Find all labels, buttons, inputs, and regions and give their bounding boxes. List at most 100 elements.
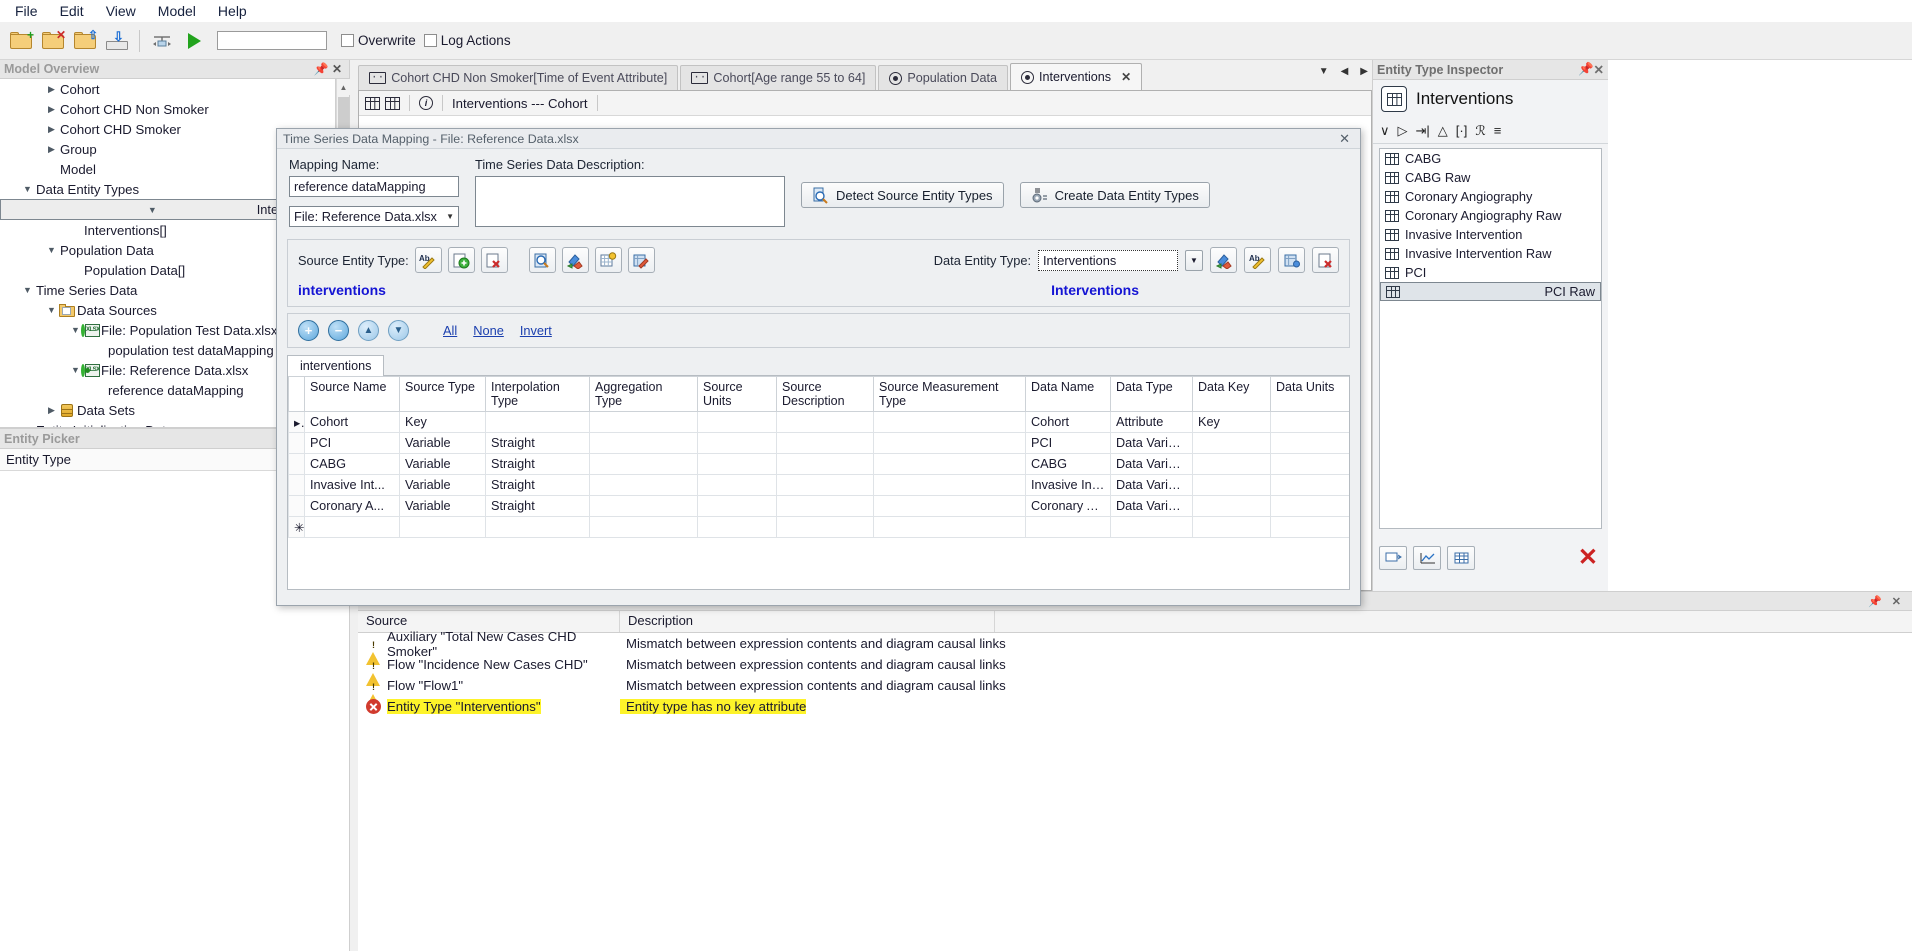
overwrite-checkbox[interactable] bbox=[341, 34, 354, 47]
pin-icon[interactable]: 📌 bbox=[1868, 595, 1882, 608]
grid-cell[interactable] bbox=[1270, 495, 1349, 517]
grid-row-marker[interactable] bbox=[288, 495, 305, 517]
grid-cell[interactable]: Invasive Int... bbox=[304, 474, 400, 496]
grid-cell[interactable] bbox=[1192, 516, 1271, 538]
data-entity-type-dropdown-arrow[interactable]: ▼ bbox=[1185, 249, 1203, 271]
inspector-item-cabg-raw[interactable]: CABG Raw bbox=[1380, 168, 1601, 187]
grid-column-data-key[interactable]: Data Key bbox=[1192, 376, 1271, 412]
grid-cell[interactable] bbox=[589, 453, 698, 475]
grid-cell[interactable]: Cohort bbox=[304, 411, 400, 433]
error-list-row[interactable]: ! Auxiliary "Total New Cases CHD Smoker" M… bbox=[358, 629, 1912, 665]
grid-column-data-units[interactable]: Data Units bbox=[1270, 376, 1349, 412]
log-actions-checkbox-wrap[interactable]: Log Actions bbox=[423, 33, 511, 48]
grid-cell[interactable] bbox=[1270, 432, 1349, 454]
menu-item-file[interactable]: File bbox=[4, 1, 49, 21]
grid-row-marker[interactable]: ✳ bbox=[288, 516, 305, 538]
grid-column-source-units[interactable]: Source Units bbox=[697, 376, 777, 412]
data-table-link-icon[interactable] bbox=[1278, 247, 1305, 273]
tree-item-cohort-chd-non-smoker[interactable]: ▶ Cohort CHD Non Smoker bbox=[0, 99, 335, 119]
grid-cell[interactable]: Variable bbox=[399, 432, 486, 454]
grid-cell[interactable] bbox=[776, 474, 874, 496]
mapping-grid-container[interactable]: Source Name Source Type Interpolation Type… bbox=[287, 375, 1350, 590]
grid-cell[interactable]: Attribute bbox=[1110, 411, 1193, 433]
grid-cell[interactable]: Coronary A... bbox=[304, 495, 400, 517]
grid-cell[interactable] bbox=[1192, 474, 1271, 496]
grid-cell[interactable] bbox=[776, 453, 874, 475]
select-none-link[interactable]: None bbox=[473, 323, 504, 338]
grid-cell[interactable]: Straight bbox=[485, 453, 590, 475]
variable-icon[interactable]: ∨ bbox=[1380, 123, 1390, 139]
source-inspect-magnifier-icon[interactable] bbox=[528, 247, 556, 273]
chevron-down-icon[interactable]: ▼ bbox=[21, 285, 34, 295]
grid-cell[interactable] bbox=[1270, 453, 1349, 475]
chevron-right-icon[interactable]: ▶ bbox=[1360, 66, 1368, 77]
grid-cell[interactable] bbox=[776, 432, 874, 454]
select-invert-link[interactable]: Invert bbox=[520, 323, 552, 338]
source-table-add-icon[interactable] bbox=[594, 247, 622, 273]
grid-cell[interactable] bbox=[485, 516, 590, 538]
grid-row[interactable]: ▸ Cohort Key Cohort Attribute Key bbox=[288, 411, 1349, 433]
grid-cell[interactable] bbox=[399, 516, 486, 538]
inspector-item-pci[interactable]: PCI bbox=[1380, 263, 1601, 282]
grid-cell[interactable]: PCI bbox=[304, 432, 400, 454]
mapping-name-input[interactable]: reference dataMapping bbox=[289, 176, 459, 197]
grid-cell[interactable]: CABG bbox=[1025, 453, 1111, 475]
grid-column-interpolation-type[interactable]: Interpolation Type bbox=[485, 376, 590, 412]
grid-cell[interactable] bbox=[697, 432, 777, 454]
menu-item-model[interactable]: Model bbox=[147, 1, 207, 21]
inspector-item-invasive-intervention[interactable]: Invasive Intervention bbox=[1380, 225, 1601, 244]
grid-column-source-measurement-type[interactable]: Source Measurement Type bbox=[873, 376, 1026, 412]
grid-cell[interactable]: Straight bbox=[485, 474, 590, 496]
grid-cell[interactable] bbox=[873, 432, 1026, 454]
source-paint-icon[interactable] bbox=[561, 247, 589, 273]
close-icon[interactable]: ✕ bbox=[329, 62, 345, 76]
grid-cell[interactable] bbox=[697, 474, 777, 496]
grid-cell[interactable] bbox=[873, 453, 1026, 475]
close-icon[interactable]: ✕ bbox=[1594, 62, 1604, 77]
grid-cell[interactable] bbox=[589, 516, 698, 538]
chart-icon[interactable] bbox=[1413, 546, 1441, 570]
data-delete-red-icon[interactable] bbox=[1312, 247, 1339, 273]
move-up-icon[interactable]: ▲ bbox=[358, 320, 379, 341]
menu-item-view[interactable]: View bbox=[95, 1, 147, 21]
grid-cell[interactable]: Invasive Int... bbox=[1025, 474, 1111, 496]
mapping-grid-body[interactable]: ▸ Cohort Key Cohort Attribute Key PCI Variable S… bbox=[288, 411, 1349, 538]
grid-cell[interactable] bbox=[873, 474, 1026, 496]
attribute-icon[interactable]: ▷ bbox=[1398, 123, 1408, 139]
grid-cell[interactable] bbox=[1270, 474, 1349, 496]
grid-cell[interactable] bbox=[776, 516, 874, 538]
close-icon[interactable]: ✕ bbox=[1892, 595, 1901, 608]
tree-item-cohort[interactable]: ▶ Cohort bbox=[0, 79, 335, 99]
data-rename-ab-icon[interactable]: Ab bbox=[1244, 247, 1271, 273]
grid-column-data-name[interactable]: Data Name bbox=[1025, 376, 1111, 412]
file-source-select[interactable]: File: Reference Data.xlsx ▼ bbox=[289, 206, 459, 227]
grid-cell[interactable] bbox=[485, 411, 590, 433]
run-input[interactable] bbox=[217, 31, 327, 50]
grid-column-aggregation-type[interactable]: Aggregation Type bbox=[589, 376, 698, 412]
data-paint-icon[interactable] bbox=[1210, 247, 1237, 273]
grid-cell[interactable] bbox=[1110, 516, 1193, 538]
grid-down-icon[interactable] bbox=[365, 96, 380, 110]
source-rename-ab-icon[interactable]: Ab bbox=[414, 247, 442, 273]
list-icon[interactable]: ≡ bbox=[1494, 123, 1502, 138]
inspector-item-coronary-angiography-raw[interactable]: Coronary Angiography Raw bbox=[1380, 206, 1601, 225]
move-down-icon[interactable]: ▼ bbox=[388, 320, 409, 341]
error-column-description[interactable]: Description bbox=[620, 611, 995, 632]
chevron-right-icon[interactable]: ▶ bbox=[45, 405, 58, 416]
error-list-row[interactable]: ! Flow "Incidence New Cases CHD" Mismatch … bbox=[358, 654, 1912, 686]
run-button[interactable] bbox=[179, 26, 209, 56]
grid-cell[interactable]: Coronary A... bbox=[1025, 495, 1111, 517]
input-icon[interactable]: ⇥| bbox=[1416, 123, 1430, 139]
chevron-down-icon[interactable]: ▼ bbox=[21, 184, 34, 194]
grid-cell[interactable]: Key bbox=[399, 411, 486, 433]
log-actions-checkbox[interactable] bbox=[423, 34, 437, 47]
grid-cell[interactable]: Variable bbox=[399, 474, 486, 496]
grid-cell[interactable]: Data Variable bbox=[1110, 474, 1193, 496]
open-model-button[interactable]: ⇧ bbox=[70, 26, 100, 56]
grid-row-marker[interactable] bbox=[288, 474, 305, 496]
grid-cell[interactable] bbox=[873, 411, 1026, 433]
remove-row-icon[interactable]: − bbox=[328, 320, 349, 341]
add-row-icon[interactable]: + bbox=[298, 320, 319, 341]
grid-row[interactable]: Coronary A... Variable Straight Coronary A.… bbox=[288, 495, 1349, 517]
grid-cell[interactable]: Variable bbox=[399, 453, 486, 475]
